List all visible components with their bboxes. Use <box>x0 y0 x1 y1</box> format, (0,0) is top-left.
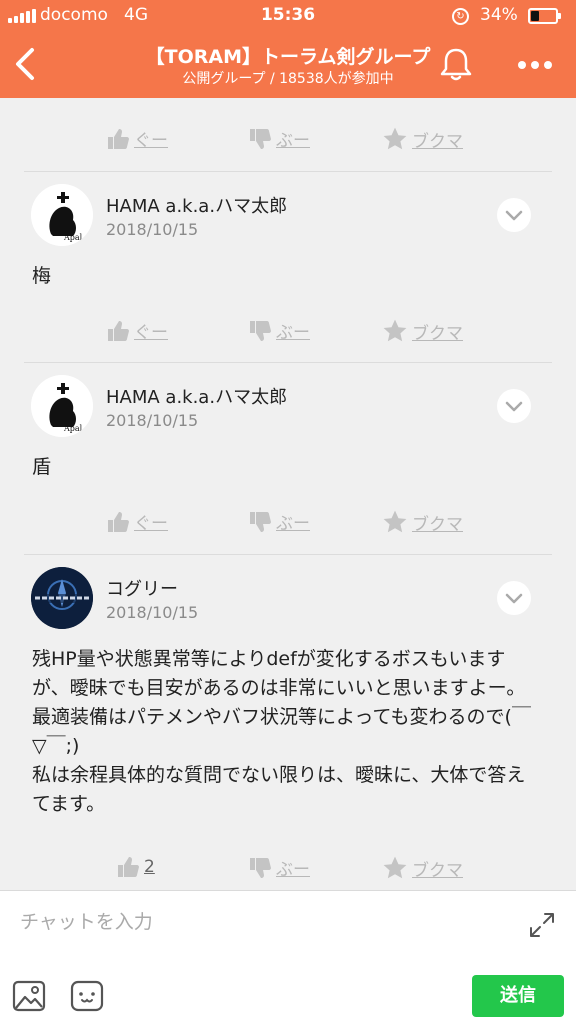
post-menu-button[interactable] <box>497 389 531 423</box>
chat-input-bar: 送信 <box>0 890 576 1024</box>
thumbs-up-icon <box>118 857 139 877</box>
dislike-label: ぶー <box>276 323 310 343</box>
dislike-button[interactable]: ぶー <box>248 855 310 880</box>
reaction-bar: 2 ぶー ブクマ <box>0 849 576 889</box>
bookmark-button[interactable]: ブクマ <box>382 318 463 344</box>
dislike-button[interactable]: ぶー <box>248 318 310 343</box>
post-text: 盾 <box>32 456 52 478</box>
chevron-down-icon <box>505 210 523 221</box>
post-text: 梅 <box>32 265 52 287</box>
bookmark-label: ブクマ <box>412 131 463 152</box>
like-button[interactable]: ぐー <box>106 318 168 343</box>
chevron-down-icon <box>505 401 523 412</box>
star-icon <box>383 510 407 533</box>
avatar-silhouette-icon: Apal <box>31 184 93 246</box>
star-icon <box>383 319 407 342</box>
bookmark-label: ブクマ <box>412 860 463 881</box>
author-name[interactable]: HAMA a.k.a.ハマ太郎 <box>106 192 287 218</box>
expand-arrows-icon <box>530 913 554 937</box>
post-text: 残HP量や状態異常等によりdefが変化するボスもいますが、曖昧でも目安があるのは… <box>32 648 531 815</box>
thumbs-down-icon <box>250 128 271 149</box>
star-icon <box>383 127 407 150</box>
author-name[interactable]: HAMA a.k.a.ハマ太郎 <box>106 383 287 409</box>
bookmark-label: ブクマ <box>412 514 463 535</box>
reaction-bar: ぐー ぶー ブクマ <box>0 312 576 352</box>
post-menu-button[interactable] <box>497 581 531 615</box>
status-bar: docomo 4G 15:36 ↻ 34% <box>0 0 576 32</box>
more-dots-icon <box>518 61 526 69</box>
post-date: 2018/10/15 <box>106 603 199 622</box>
more-button[interactable] <box>510 44 560 84</box>
avatar-game-logo-icon <box>31 567 93 629</box>
thumbs-up-icon <box>108 320 129 341</box>
thumbs-down-icon <box>250 320 271 341</box>
post-menu-button[interactable] <box>497 198 531 232</box>
post-date: 2018/10/15 <box>106 220 199 239</box>
author-name[interactable]: コグリー <box>106 575 178 601</box>
chat-input[interactable] <box>20 905 500 939</box>
thumbs-up-icon <box>108 128 129 149</box>
post: コグリー 2018/10/15 残HP量や状態異常等によりdefが変化するボスも… <box>0 555 576 889</box>
avatar[interactable]: Apal <box>31 184 93 246</box>
sticker-icon <box>70 980 104 1012</box>
battery-icon <box>528 8 561 24</box>
thumbs-down-icon <box>250 511 271 532</box>
like-count: 2 <box>144 857 155 877</box>
post: Apal HAMA a.k.a.ハマ太郎 2018/10/15 盾 ぐー ぶー … <box>0 363 576 553</box>
bookmark-button[interactable]: ブクマ <box>382 855 463 881</box>
rotation-lock-icon: ↻ <box>452 8 469 25</box>
avatar-silhouette-icon: Apal <box>31 375 93 437</box>
svg-text:Apal: Apal <box>63 424 83 433</box>
avatar[interactable]: Apal <box>31 375 93 437</box>
dislike-label: ぶー <box>276 514 310 534</box>
battery-level <box>531 11 539 21</box>
svg-text:Apal: Apal <box>63 233 83 242</box>
like-label: ぐー <box>134 514 168 534</box>
reaction-bar: ぐー ぶー ブクマ <box>0 120 576 160</box>
like-label: ぐー <box>134 131 168 151</box>
bookmark-button[interactable]: ブクマ <box>382 509 463 535</box>
image-icon <box>12 980 46 1012</box>
group-subtitle: 公開グループ / 18538人が参加中 <box>182 71 394 87</box>
dislike-label: ぶー <box>276 860 310 880</box>
dislike-label: ぶー <box>276 131 310 151</box>
send-button[interactable]: 送信 <box>472 975 564 1017</box>
sticker-button[interactable] <box>70 979 104 1013</box>
chevron-down-icon <box>505 593 523 604</box>
avatar[interactable] <box>31 567 93 629</box>
dislike-button[interactable]: ぶー <box>248 126 310 151</box>
more-dot <box>544 61 552 69</box>
thumbs-up-icon <box>108 511 129 532</box>
notification-button[interactable] <box>436 44 476 84</box>
thumbs-down-icon <box>250 857 271 878</box>
like-button[interactable]: 2 <box>116 855 155 879</box>
star-icon <box>383 856 407 879</box>
post: Apal HAMA a.k.a.ハマ太郎 2018/10/15 梅 ぐー ぶー … <box>0 172 576 362</box>
bell-icon <box>440 48 472 81</box>
bookmark-label: ブクマ <box>412 323 463 344</box>
expand-input-button[interactable] <box>528 911 556 939</box>
like-label: ぐー <box>134 323 168 343</box>
reaction-bar: ぐー ぶー ブクマ <box>0 503 576 543</box>
bookmark-button[interactable]: ブクマ <box>382 126 463 152</box>
dislike-button[interactable]: ぶー <box>248 509 310 534</box>
like-button[interactable]: ぐー <box>106 509 168 534</box>
header: docomo 4G 15:36 ↻ 34% 【TORAM】トーラム剣グループ 公… <box>0 0 576 98</box>
post-date: 2018/10/15 <box>106 411 199 430</box>
group-title: 【TORAM】トーラム剣グループ <box>145 46 431 68</box>
image-button[interactable] <box>12 979 46 1013</box>
battery-percent: 34% <box>480 5 518 25</box>
more-dot <box>531 61 539 69</box>
like-button[interactable]: ぐー <box>106 126 168 151</box>
